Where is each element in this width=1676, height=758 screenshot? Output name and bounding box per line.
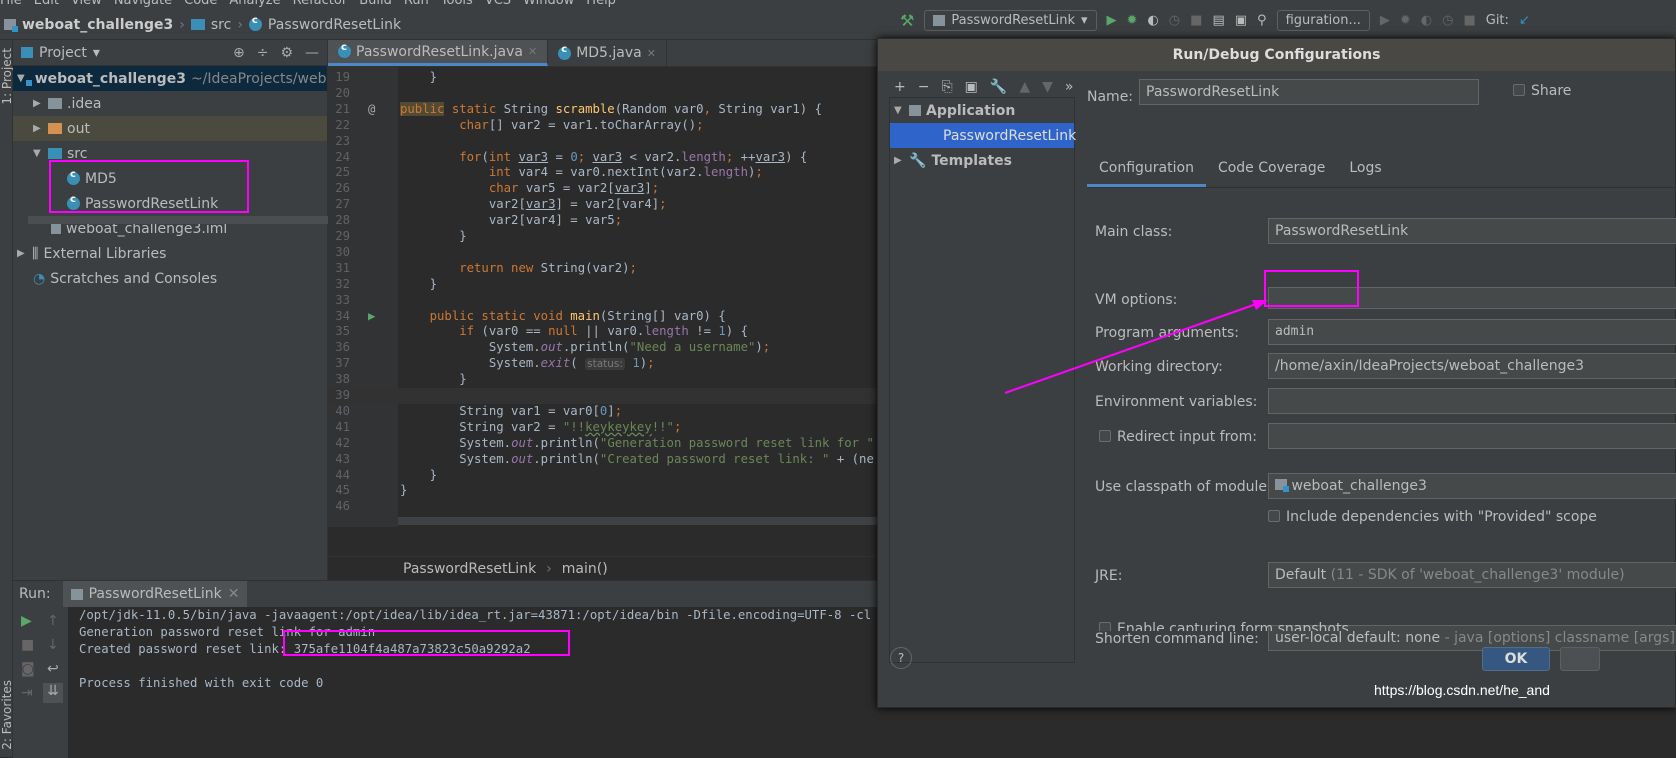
arrow-head — [1252, 300, 1268, 310]
annotation-arrow — [1004, 300, 1268, 394]
watermark: https://blog.csdn.net/he_and — [1374, 682, 1550, 698]
arrow-line — [1004, 301, 1263, 394]
